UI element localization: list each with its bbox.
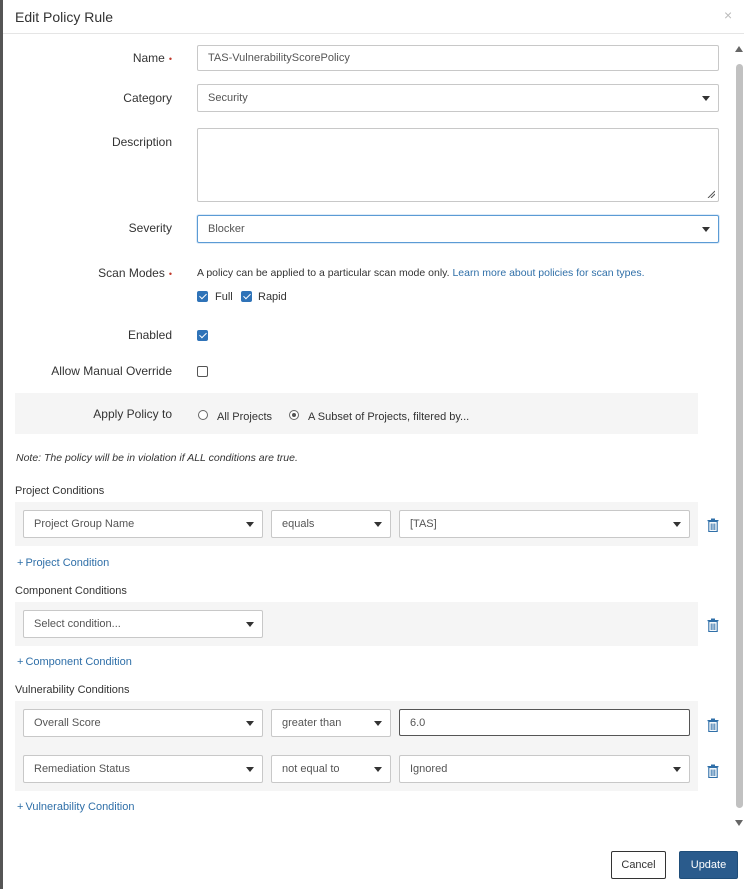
apply-all-label: All Projects <box>217 411 273 423</box>
add-component-condition-link[interactable]: + Component Condition <box>17 656 132 668</box>
project-condition-value: [TAS] <box>410 518 437 530</box>
chevron-down-icon <box>673 767 681 772</box>
cancel-button[interactable]: Cancel <box>611 851 666 879</box>
backdrop-edge <box>0 0 3 889</box>
trash-icon[interactable] <box>707 618 719 632</box>
project-condition-field-select[interactable]: Project Group Name <box>23 510 263 538</box>
enabled-checkbox[interactable] <box>197 330 208 341</box>
scan-full-label: Full <box>215 291 233 303</box>
severity-value: Blocker <box>208 223 245 235</box>
description-textarea[interactable] <box>197 128 719 202</box>
project-condition-operator-select[interactable]: equals <box>271 510 391 538</box>
override-checkbox[interactable] <box>197 366 208 377</box>
name-input[interactable]: TAS-VulnerabilityScorePolicy <box>197 45 719 71</box>
chevron-down-icon <box>246 522 254 527</box>
add-vulnerability-condition-link[interactable]: + Vulnerability Condition <box>17 801 134 813</box>
vulnerability-condition-field-value: Overall Score <box>34 717 101 729</box>
component-conditions-title: Component Conditions <box>15 585 127 597</box>
chevron-down-icon <box>702 96 710 101</box>
close-icon[interactable]: × <box>724 8 736 22</box>
scrollbar-thumb[interactable] <box>736 64 743 808</box>
conditions-note: Note: The policy will be in violation if… <box>16 452 298 464</box>
apply-subset-label: A Subset of Projects, filtered by... <box>308 411 470 423</box>
project-condition-field-value: Project Group Name <box>34 518 135 530</box>
plus-icon: + <box>17 557 24 569</box>
project-condition-operator-value: equals <box>282 518 315 530</box>
trash-icon[interactable] <box>707 518 719 532</box>
project-condition-value-select[interactable]: [TAS] <box>399 510 690 538</box>
scan-modes-label: Scan Modes • <box>98 266 172 280</box>
apply-all-radio[interactable] <box>198 410 208 420</box>
required-indicator: • <box>168 54 172 64</box>
apply-policy-label: Apply Policy to <box>93 407 172 421</box>
chevron-down-icon <box>702 227 710 232</box>
vulnerability-condition-operator-value: not equal to <box>282 763 340 775</box>
dialog-title: Edit Policy Rule <box>15 9 114 25</box>
category-value: Security <box>208 92 248 104</box>
enabled-label: Enabled <box>127 328 172 342</box>
vulnerability-condition-field-value: Remediation Status <box>34 763 130 775</box>
severity-label: Severity <box>128 221 172 235</box>
category-select[interactable]: Security <box>197 84 719 112</box>
add-project-condition-link[interactable]: + Project Condition <box>17 557 109 569</box>
component-condition-placeholder: Select condition... <box>34 618 121 630</box>
resize-grip-icon[interactable] <box>707 190 715 198</box>
required-indicator: • <box>168 269 172 279</box>
scan-types-link[interactable]: Learn more about policies for scan types… <box>452 267 644 279</box>
name-label: Name • <box>132 51 172 65</box>
apply-subset-radio[interactable] <box>289 410 299 420</box>
vulnerability-condition-field-select[interactable]: Overall Score <box>23 709 263 737</box>
chevron-down-icon <box>246 767 254 772</box>
scan-full-checkbox[interactable] <box>197 291 208 302</box>
severity-select[interactable]: Blocker <box>197 215 719 243</box>
vulnerability-condition-operator-value: greater than <box>282 717 342 729</box>
chevron-down-icon <box>374 767 382 772</box>
vulnerability-score-value: 6.0 <box>410 716 426 729</box>
component-condition-select[interactable]: Select condition... <box>23 610 263 638</box>
description-label: Description <box>111 135 172 149</box>
trash-icon[interactable] <box>707 764 719 778</box>
override-label: Allow Manual Override <box>51 364 172 378</box>
scroll-up-arrow-icon[interactable] <box>735 46 743 52</box>
vulnerability-condition-value: Ignored <box>410 763 448 775</box>
chevron-down-icon <box>374 721 382 726</box>
chevron-down-icon <box>246 721 254 726</box>
vulnerability-condition-operator-select[interactable]: greater than <box>271 709 391 737</box>
vulnerability-condition-field-select[interactable]: Remediation Status <box>23 755 263 783</box>
plus-icon: + <box>17 801 24 813</box>
scan-rapid-checkbox[interactable] <box>241 291 252 302</box>
chevron-down-icon <box>246 622 254 627</box>
update-button[interactable]: Update <box>679 851 738 879</box>
chevron-down-icon <box>374 522 382 527</box>
project-conditions-title: Project Conditions <box>15 485 105 497</box>
chevron-down-icon <box>673 522 681 527</box>
category-label: Category <box>123 91 172 105</box>
vulnerability-score-input[interactable]: 6.0 <box>399 709 690 736</box>
trash-icon[interactable] <box>707 718 719 732</box>
vulnerability-condition-value-select[interactable]: Ignored <box>399 755 690 783</box>
scan-rapid-label: Rapid <box>258 291 287 303</box>
name-value: TAS-VulnerabilityScorePolicy <box>208 52 350 64</box>
plus-icon: + <box>17 656 24 668</box>
scan-modes-help: A policy can be applied to a particular … <box>197 267 645 279</box>
vulnerability-conditions-title: Vulnerability Conditions <box>15 684 130 696</box>
scroll-down-arrow-icon[interactable] <box>735 820 743 826</box>
vulnerability-condition-operator-select[interactable]: not equal to <box>271 755 391 783</box>
dialog-header: Edit Policy Rule × <box>3 0 744 34</box>
